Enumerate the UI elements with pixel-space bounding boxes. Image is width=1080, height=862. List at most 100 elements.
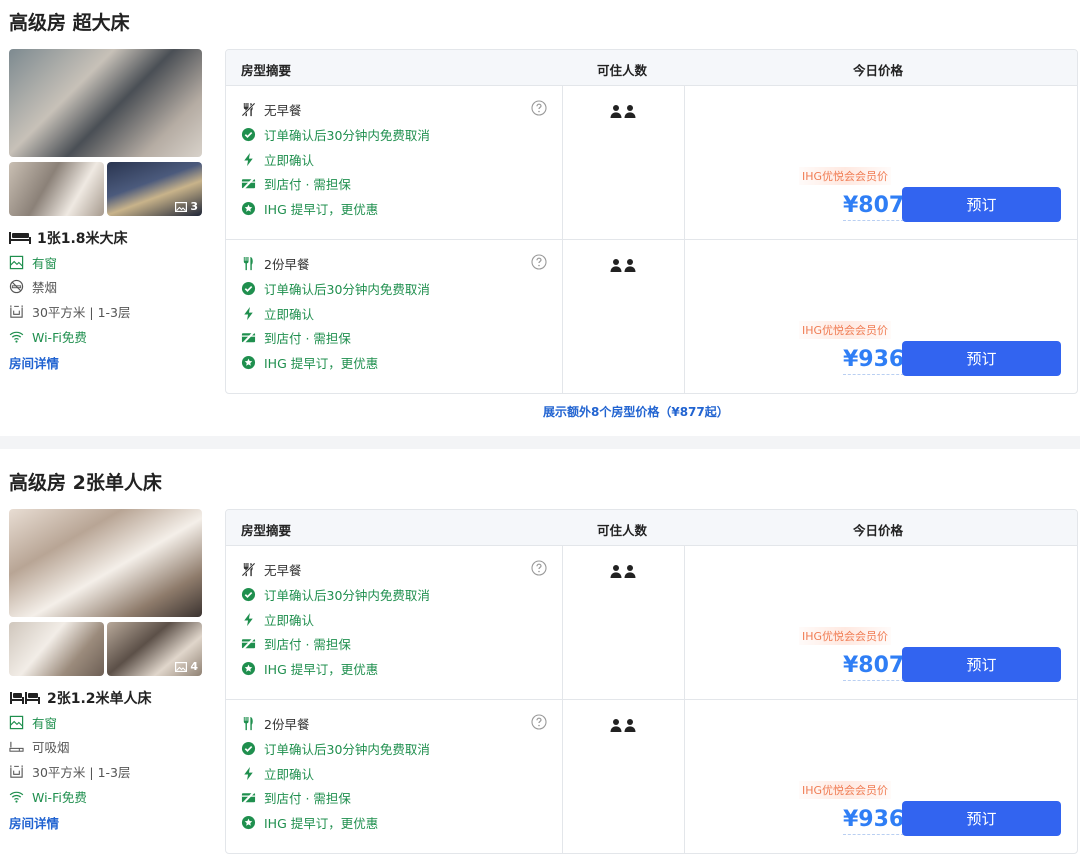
room-details-link[interactable]: 房间详情 — [9, 353, 59, 372]
bed-info: 1张1.8米大床 — [9, 228, 128, 248]
show-more-rates-link[interactable]: 展示额外8个房型价格（¥877起） — [543, 403, 729, 420]
room-photo-main[interactable] — [9, 49, 202, 157]
cancel-policy: 订单确认后30分钟内免费取消 — [241, 739, 430, 758]
feature-window: 有窗 — [9, 253, 57, 272]
check-circle-icon — [241, 281, 256, 296]
room-details-link[interactable]: 房间详情 — [9, 813, 59, 832]
person-icon — [610, 718, 622, 732]
header-summary: 房型摘要 — [241, 523, 292, 538]
check-circle-icon — [241, 127, 256, 142]
room-photo-thumb[interactable] — [9, 162, 104, 216]
person-icon — [610, 104, 622, 118]
feature-area: 30平方米 | 1-3层 — [9, 762, 130, 781]
meal-info: 无早餐 — [241, 560, 302, 579]
feature-area: 30平方米 | 1-3层 — [9, 302, 130, 321]
book-button[interactable]: 预订 — [902, 187, 1061, 222]
member-price-tag: IHG优悦会会员价 — [799, 321, 892, 339]
star-badge-icon — [241, 661, 256, 676]
member-price-tag: IHG优悦会会员价 — [799, 781, 892, 799]
ihg-promo: IHG 提早订，更优惠 — [241, 353, 378, 372]
payment-policy: 到店付 · 需担保 — [241, 634, 351, 653]
room-photo-thumb-more[interactable]: 4 — [107, 622, 202, 676]
guest-capacity — [610, 564, 636, 578]
payment-icon — [241, 790, 256, 805]
photo-count: 4 — [175, 660, 198, 673]
room-title: 高级房 2张单人床 — [9, 472, 162, 494]
room-photo-main[interactable] — [9, 509, 202, 617]
meal-info: 2份早餐 — [241, 714, 309, 733]
bolt-icon — [241, 766, 256, 781]
member-price-tag: IHG优悦会会员价 — [799, 627, 892, 645]
photo-count: 3 — [175, 200, 198, 213]
rate-table-header: 房型摘要 可住人数 今日价格 — [226, 50, 1077, 86]
bolt-icon — [241, 306, 256, 321]
book-button[interactable]: 预订 — [902, 647, 1061, 682]
feature-smoking: 可吸烟 — [9, 737, 70, 756]
payment-icon — [241, 176, 256, 191]
bolt-icon — [241, 612, 256, 627]
cancel-policy: 订单确认后30分钟内免费取消 — [241, 125, 430, 144]
window-icon — [9, 255, 24, 270]
price[interactable]: ¥807 — [843, 652, 905, 681]
guest-capacity — [610, 258, 636, 272]
help-icon[interactable] — [531, 254, 547, 270]
no-meal-icon — [241, 562, 256, 577]
payment-policy: 到店付 · 需担保 — [241, 328, 351, 347]
wifi-icon — [9, 329, 24, 344]
instant-confirm: 立即确认 — [241, 150, 314, 169]
meal-info: 2份早餐 — [241, 254, 309, 273]
twin-bed-icon — [9, 691, 41, 705]
bed-icon — [9, 231, 31, 245]
help-icon[interactable] — [531, 100, 547, 116]
book-button[interactable]: 预订 — [902, 801, 1061, 836]
area-icon — [9, 764, 24, 779]
price[interactable]: ¥936 — [843, 806, 905, 835]
no-smoking-icon — [9, 279, 24, 294]
feature-wifi: Wi-Fi免费 — [9, 787, 87, 806]
payment-policy: 到店付 · 需担保 — [241, 788, 351, 807]
room-card: 高级房 超大床 3 1张1.8米大床 有窗 禁烟 30平方米 | 1-3层 Wi… — [0, 0, 1080, 436]
rate-plan-row: 无早餐 订单确认后30分钟内免费取消 立即确认 到店付 · 需担保 IHG 提早… — [226, 546, 1077, 700]
header-guests: 可住人数 — [597, 63, 648, 78]
rate-table-header: 房型摘要 可住人数 今日价格 — [226, 510, 1077, 546]
ihg-promo: IHG 提早订，更优惠 — [241, 659, 378, 678]
meal-info: 无早餐 — [241, 100, 302, 119]
header-price: 今日价格 — [853, 523, 904, 538]
cancel-policy: 订单确认后30分钟内免费取消 — [241, 279, 430, 298]
section-divider — [0, 436, 1080, 449]
person-icon — [624, 718, 636, 732]
ihg-promo: IHG 提早订，更优惠 — [241, 199, 378, 218]
header-price: 今日价格 — [853, 63, 904, 78]
room-photo-thumb-more[interactable]: 3 — [107, 162, 202, 216]
rate-table: 房型摘要 可住人数 今日价格 无早餐 订单确认后30分钟内免费取消 立即确认 到… — [225, 49, 1078, 394]
star-badge-icon — [241, 815, 256, 830]
header-summary: 房型摘要 — [241, 63, 292, 78]
ihg-promo: IHG 提早订，更优惠 — [241, 813, 378, 832]
help-icon[interactable] — [531, 714, 547, 730]
meal-icon — [241, 716, 256, 731]
rate-plan-row: 2份早餐 订单确认后30分钟内免费取消 立即确认 到店付 · 需担保 IHG 提… — [226, 240, 1077, 393]
star-badge-icon — [241, 355, 256, 370]
bed-info: 2张1.2米单人床 — [9, 688, 152, 708]
bolt-icon — [241, 152, 256, 167]
help-icon[interactable] — [531, 560, 547, 576]
price[interactable]: ¥807 — [843, 192, 905, 221]
wifi-icon — [9, 789, 24, 804]
meal-icon — [241, 256, 256, 271]
person-icon — [624, 258, 636, 272]
smoking-icon — [9, 739, 24, 754]
no-meal-icon — [241, 102, 256, 117]
payment-icon — [241, 330, 256, 345]
photo-icon — [175, 202, 187, 212]
room-photo-thumb[interactable] — [9, 622, 104, 676]
cancel-policy: 订单确认后30分钟内免费取消 — [241, 585, 430, 604]
book-button[interactable]: 预订 — [902, 341, 1061, 376]
feature-smoking: 禁烟 — [9, 277, 57, 296]
price[interactable]: ¥936 — [843, 346, 905, 375]
rate-plan-row: 无早餐 订单确认后30分钟内免费取消 立即确认 到店付 · 需担保 IHG 提早… — [226, 86, 1077, 240]
payment-icon — [241, 636, 256, 651]
instant-confirm: 立即确认 — [241, 610, 314, 629]
person-icon — [610, 564, 622, 578]
photo-icon — [175, 662, 187, 672]
header-guests: 可住人数 — [597, 523, 648, 538]
